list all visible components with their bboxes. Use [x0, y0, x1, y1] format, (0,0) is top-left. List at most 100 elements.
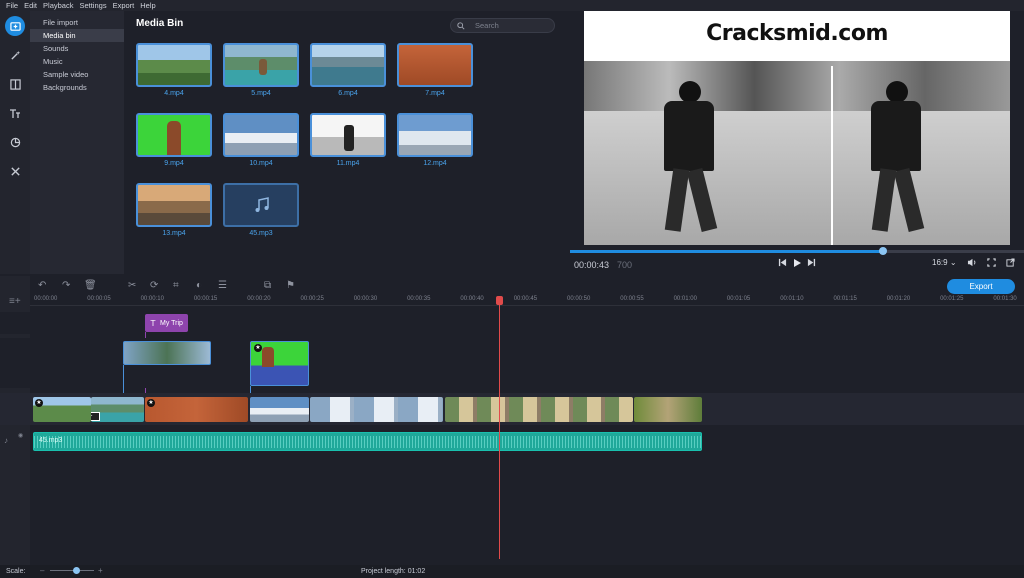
play-icon[interactable] [792, 258, 802, 270]
media-thumb-13[interactable] [136, 183, 212, 227]
export-button[interactable]: Export [947, 279, 1015, 294]
ruler-tick: 00:01:30 [993, 296, 1017, 302]
media-label: 12.mp4 [423, 160, 447, 167]
media-thumb-11[interactable] [310, 113, 386, 157]
crop-icon[interactable]: ⌗ [173, 280, 179, 291]
cut-icon[interactable]: ✂ [128, 280, 136, 291]
transition-icon[interactable]: ▷ [91, 412, 100, 421]
marker-icon[interactable]: ⚑ [286, 280, 295, 291]
color-icon[interactable]: ◐ [196, 280, 202, 291]
category-sounds[interactable]: Sounds [30, 42, 124, 55]
trash-icon[interactable]: 🗑 [84, 280, 97, 291]
tools-icon[interactable] [5, 161, 25, 181]
category-sample-video[interactable]: Sample video [30, 68, 124, 81]
ruler-tick: 00:01:15 [833, 296, 857, 302]
ruler-tick: 00:00:25 [300, 296, 324, 302]
video-clip[interactable] [445, 397, 633, 422]
search-icon [457, 21, 465, 30]
scale-slider[interactable] [50, 570, 94, 571]
menu-edit[interactable]: Edit [24, 1, 37, 10]
category-backgrounds[interactable]: Backgrounds [30, 81, 124, 94]
ruler-tick: 00:00:35 [407, 296, 431, 302]
undo-icon[interactable]: ↶ [38, 280, 46, 291]
media-label: 13.mp4 [162, 230, 186, 237]
ruler-tick: 00:00:15 [193, 296, 218, 302]
media-thumb-10[interactable] [223, 113, 299, 157]
menu-settings[interactable]: Settings [79, 1, 106, 10]
playback-progress-fill [570, 250, 884, 253]
ruler-tick: 00:00:10 [140, 296, 164, 302]
zoom-in-icon[interactable]: + [98, 566, 103, 575]
menu-export[interactable]: Export [113, 1, 135, 10]
magic-wand-icon[interactable] [5, 45, 25, 65]
skip-back-icon[interactable] [778, 258, 787, 269]
ruler-tick: 00:01:10 [780, 296, 804, 302]
timecode: 00:00:43 [574, 260, 610, 270]
media-label: 45.mp3 [249, 230, 273, 237]
aspect-ratio-select[interactable]: 16:9 ⌄ [932, 258, 957, 267]
fullscreen-icon[interactable] [987, 258, 996, 269]
scale-label: Scale: [6, 568, 26, 575]
timeline-ruler[interactable]: 00:00:00 00:00:05 00:00:10 00:00:15 00:00:20… [30, 294, 1024, 306]
video-clip[interactable] [250, 397, 309, 422]
ruler-tick: 00:00:40 [460, 296, 484, 302]
text-icon[interactable] [5, 103, 25, 123]
search-input[interactable] [475, 21, 545, 30]
media-thumb-7[interactable] [397, 43, 473, 87]
popout-icon[interactable] [1006, 258, 1015, 269]
title-clip[interactable]: Ｔ My Trip [145, 314, 188, 332]
media-thumb-12[interactable] [397, 113, 473, 157]
zoom-out-icon[interactable]: – [40, 566, 44, 575]
sticker-icon[interactable] [5, 132, 25, 152]
media-thumb-9[interactable] [136, 113, 212, 157]
preview-video: Cracksmid.com [584, 11, 1010, 245]
volume-icon[interactable] [967, 258, 977, 269]
preview-panel: Cracksmid.com 00:00:43 700 16:9 ⌄ [570, 11, 1024, 274]
ruler-tick: 00:00:00 [34, 296, 58, 302]
media-thumb-6[interactable] [310, 43, 386, 87]
ruler-tick: 00:01:25 [940, 296, 964, 302]
media-bin-title: Media Bin [136, 18, 184, 29]
video-clip[interactable]: ▷ [91, 397, 144, 422]
skip-forward-icon[interactable] [807, 258, 816, 269]
timecode-ms: 700 [617, 260, 633, 270]
ruler-tick: 00:01:00 [673, 296, 697, 302]
overlay-clip[interactable] [123, 341, 211, 365]
video-clip[interactable]: ★ [33, 397, 91, 422]
playback-progress-handle[interactable] [879, 247, 888, 255]
media-label: 9.mp4 [164, 160, 184, 167]
scale-slider-handle[interactable] [73, 567, 80, 574]
rotate-icon[interactable]: ⟳ [150, 280, 158, 291]
import-icon[interactable] [5, 16, 25, 36]
video-clip[interactable] [634, 397, 702, 422]
playhead[interactable] [499, 297, 500, 559]
track-mute-icon[interactable]: ◉ [18, 432, 23, 439]
media-thumb-4[interactable] [136, 43, 212, 87]
menu-help[interactable]: Help [140, 1, 155, 10]
video-clip[interactable]: ★ [145, 397, 248, 422]
project-length: Project length: 01:02 [361, 568, 426, 575]
search-box[interactable] [450, 18, 555, 33]
watermark-text: Cracksmid.com [706, 21, 888, 46]
redo-icon[interactable]: ↷ [62, 280, 70, 291]
audio-clip[interactable]: 45.mp3 [33, 432, 702, 451]
overlay-icon[interactable]: ⧉ [264, 280, 271, 291]
ruler-tick: 00:01:20 [886, 296, 911, 302]
settings-icon[interactable]: ☰ [218, 280, 227, 291]
category-media-bin[interactable]: Media bin [30, 29, 124, 42]
ruler-tick: 00:00:45 [513, 296, 538, 302]
ruler-tick: 00:01:05 [726, 296, 751, 302]
transition-icon[interactable] [5, 74, 25, 94]
video-clip[interactable] [310, 397, 443, 422]
playhead-handle[interactable] [496, 296, 503, 305]
category-file-import[interactable]: File import [30, 16, 124, 29]
media-thumb-45[interactable] [223, 183, 299, 227]
chevron-down-icon: ⌄ [949, 258, 957, 267]
add-track-icon[interactable]: ≡+ [9, 296, 21, 307]
media-thumb-5[interactable] [223, 43, 299, 87]
category-music[interactable]: Music [30, 55, 124, 68]
menu-file[interactable]: File [6, 1, 18, 10]
overlay-clip-greenscreen[interactable]: ★ [250, 341, 309, 386]
star-icon: ★ [35, 399, 43, 407]
menu-playback[interactable]: Playback [43, 1, 73, 10]
